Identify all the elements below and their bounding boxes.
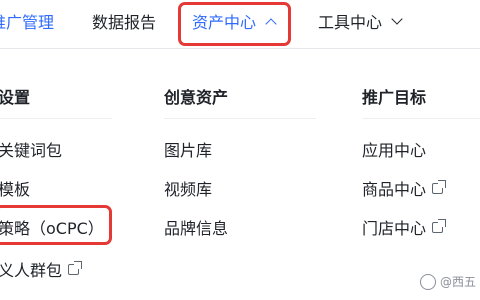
menu-item-label: 视频库: [164, 180, 213, 199]
menu-item-label: 义人群包: [0, 261, 63, 280]
watermark-logo-icon: [419, 273, 436, 290]
menu-item-label: 关键词包: [0, 141, 63, 160]
column-divider: [362, 118, 480, 119]
external-link-icon: [432, 179, 447, 194]
chevron-down-icon: [391, 13, 403, 25]
nav-tab-tool-center[interactable]: 工具中心: [318, 6, 403, 36]
menu-item-label: 应用中心: [362, 141, 427, 160]
menu-item-template[interactable]: 模板: [0, 176, 30, 200]
nav-tab-promotion-management[interactable]: 推广管理: [0, 6, 54, 36]
highlight-box-asset-center: [178, 2, 291, 46]
external-link-icon: [68, 260, 83, 275]
watermark: @西五: [419, 273, 476, 290]
menu-item-custom-audience-package[interactable]: 义人群包: [0, 257, 83, 281]
dropdown-column-header-promotion-targets: 推广目标: [362, 88, 427, 107]
menu-item-video-library[interactable]: 视频库: [164, 176, 212, 200]
dropdown-column-header-settings: 设置: [0, 88, 31, 107]
menu-item-label: 图片库: [164, 141, 213, 160]
menu-item-label: 门店中心: [362, 219, 427, 238]
external-link-icon: [432, 218, 447, 233]
menu-item-label: 商品中心: [362, 180, 427, 199]
menu-item-label: 模板: [0, 180, 31, 199]
menu-item-store-center[interactable]: 门店中心: [362, 215, 447, 239]
menu-item-product-center[interactable]: 商品中心: [362, 176, 447, 200]
nav-tab-data-reports[interactable]: 数据报告: [92, 6, 156, 36]
nav-tab-label: 数据报告: [92, 13, 157, 32]
nav-tab-label: 工具中心: [318, 13, 383, 32]
column-divider: [0, 118, 112, 119]
menu-item-image-library[interactable]: 图片库: [164, 137, 212, 161]
watermark-text: @西五: [439, 275, 476, 289]
menu-item-keyword-package[interactable]: 关键词包: [0, 137, 62, 161]
menu-item-label: 品牌信息: [164, 219, 229, 238]
menu-item-app-center[interactable]: 应用中心: [362, 137, 426, 161]
dropdown-column-header-creative-assets: 创意资产: [164, 88, 229, 107]
nav-tab-label: 推广管理: [0, 13, 55, 32]
menu-item-brand-info[interactable]: 品牌信息: [164, 215, 228, 239]
column-divider: [164, 118, 316, 119]
highlight-box-strategy: [0, 205, 112, 245]
